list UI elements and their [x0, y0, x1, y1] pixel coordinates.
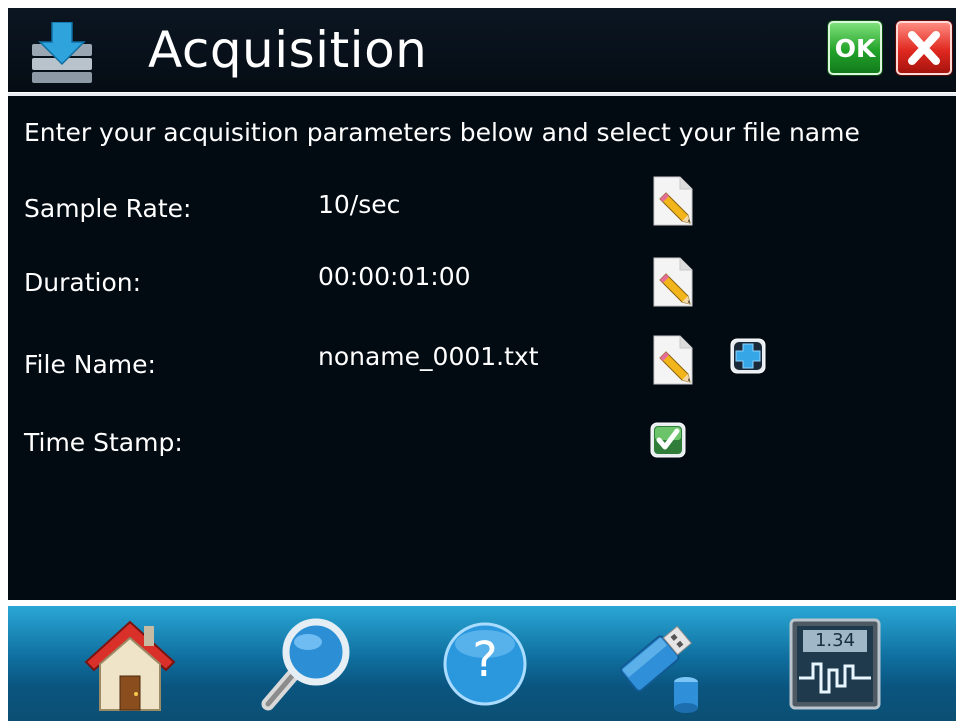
edit-file-name-icon[interactable] [650, 334, 696, 386]
help-glyph: ? [472, 632, 498, 688]
file-name-label: File Name: [24, 350, 156, 379]
ok-button[interactable]: OK [828, 21, 882, 75]
edit-sample-rate-icon[interactable] [650, 175, 696, 227]
home-icon[interactable] [78, 612, 182, 716]
duration-value: 00:00:01:00 [318, 262, 471, 291]
meter-display-icon [789, 618, 881, 710]
close-button[interactable] [896, 21, 952, 75]
edit-duration-icon[interactable] [650, 256, 696, 308]
ok-label: OK [834, 33, 876, 63]
search-icon[interactable] [258, 612, 362, 716]
parameters-panel: Enter your acquisition parameters below … [8, 96, 956, 600]
acquisition-screen: Acquisition OK Enter your acquisition pa… [8, 8, 956, 721]
add-plus-icon[interactable] [730, 338, 766, 374]
help-button[interactable]: ? [433, 612, 537, 716]
meter-display-button[interactable]: 1.34 [783, 612, 887, 716]
sample-rate-value: 10/sec [318, 190, 401, 219]
close-x-icon [908, 31, 940, 65]
duration-label: Duration: [24, 268, 142, 297]
page-title: Acquisition [148, 21, 428, 79]
time-stamp-label: Time Stamp: [24, 428, 183, 457]
time-stamp-checkbox[interactable] [650, 422, 686, 458]
bottom-navbar: ? 1.34 [8, 606, 956, 721]
sample-rate-label: Sample Rate: [24, 194, 192, 223]
file-name-value: noname_0001.txt [318, 342, 539, 371]
title-bar: Acquisition OK [8, 8, 956, 92]
instructions-text: Enter your acquisition parameters below … [24, 118, 860, 147]
usb-storage-icon[interactable] [602, 612, 706, 716]
meter-reading: 1.34 [814, 630, 856, 651]
download-to-storage-icon [32, 22, 92, 83]
